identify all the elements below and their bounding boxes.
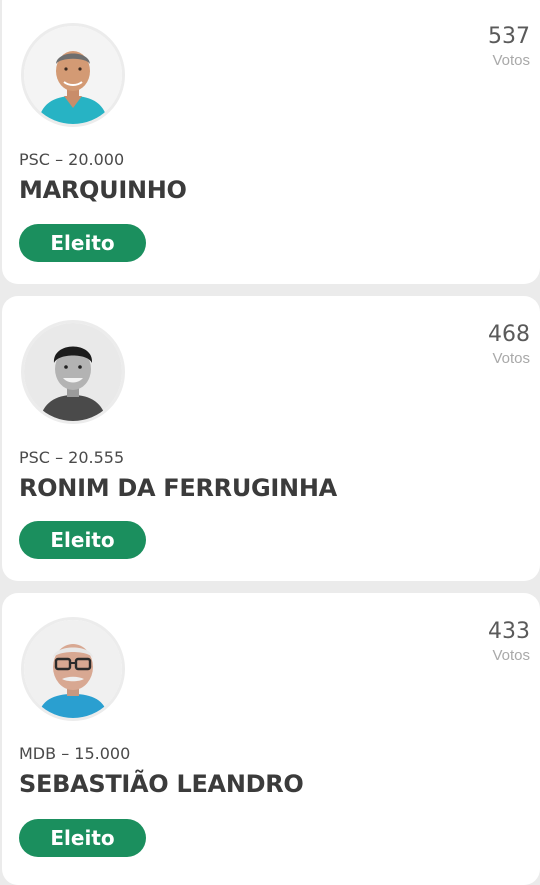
votes-label: Votos	[492, 52, 530, 69]
candidate-name: RONIM DA FERRUGINHA	[19, 474, 337, 502]
votes-count: 537	[488, 24, 530, 49]
candidate-card[interactable]: 537 Votos PSC – 20.000 MARQUINHO Eleito	[2, 0, 540, 284]
candidate-photo	[21, 23, 125, 127]
votes-label: Votos	[492, 350, 530, 367]
party-number: PSC – 20.555	[19, 448, 125, 467]
candidate-name: SEBASTIÃO LEANDRO	[19, 770, 304, 798]
votes-block: 468 Votos	[488, 322, 530, 369]
votes-label: Votos	[492, 647, 530, 664]
votes-block: 537 Votos	[488, 24, 530, 71]
status-badge: Eleito	[19, 224, 146, 262]
status-badge: Eleito	[19, 521, 146, 559]
candidate-name: MARQUINHO	[19, 176, 187, 204]
votes-count: 433	[488, 619, 530, 644]
candidate-photo	[21, 320, 125, 424]
candidate-card[interactable]: 433 Votos MDB – 15.000 SEBASTIÃO LEANDRO…	[2, 593, 540, 885]
party-number: PSC – 20.000	[19, 150, 125, 169]
candidate-photo	[21, 617, 125, 721]
party-number: MDB – 15.000	[19, 744, 131, 763]
votes-block: 433 Votos	[488, 619, 530, 666]
status-badge: Eleito	[19, 819, 146, 857]
candidate-card[interactable]: 468 Votos PSC – 20.555 RONIM DA FERRUGIN…	[2, 296, 540, 581]
votes-count: 468	[488, 322, 530, 347]
